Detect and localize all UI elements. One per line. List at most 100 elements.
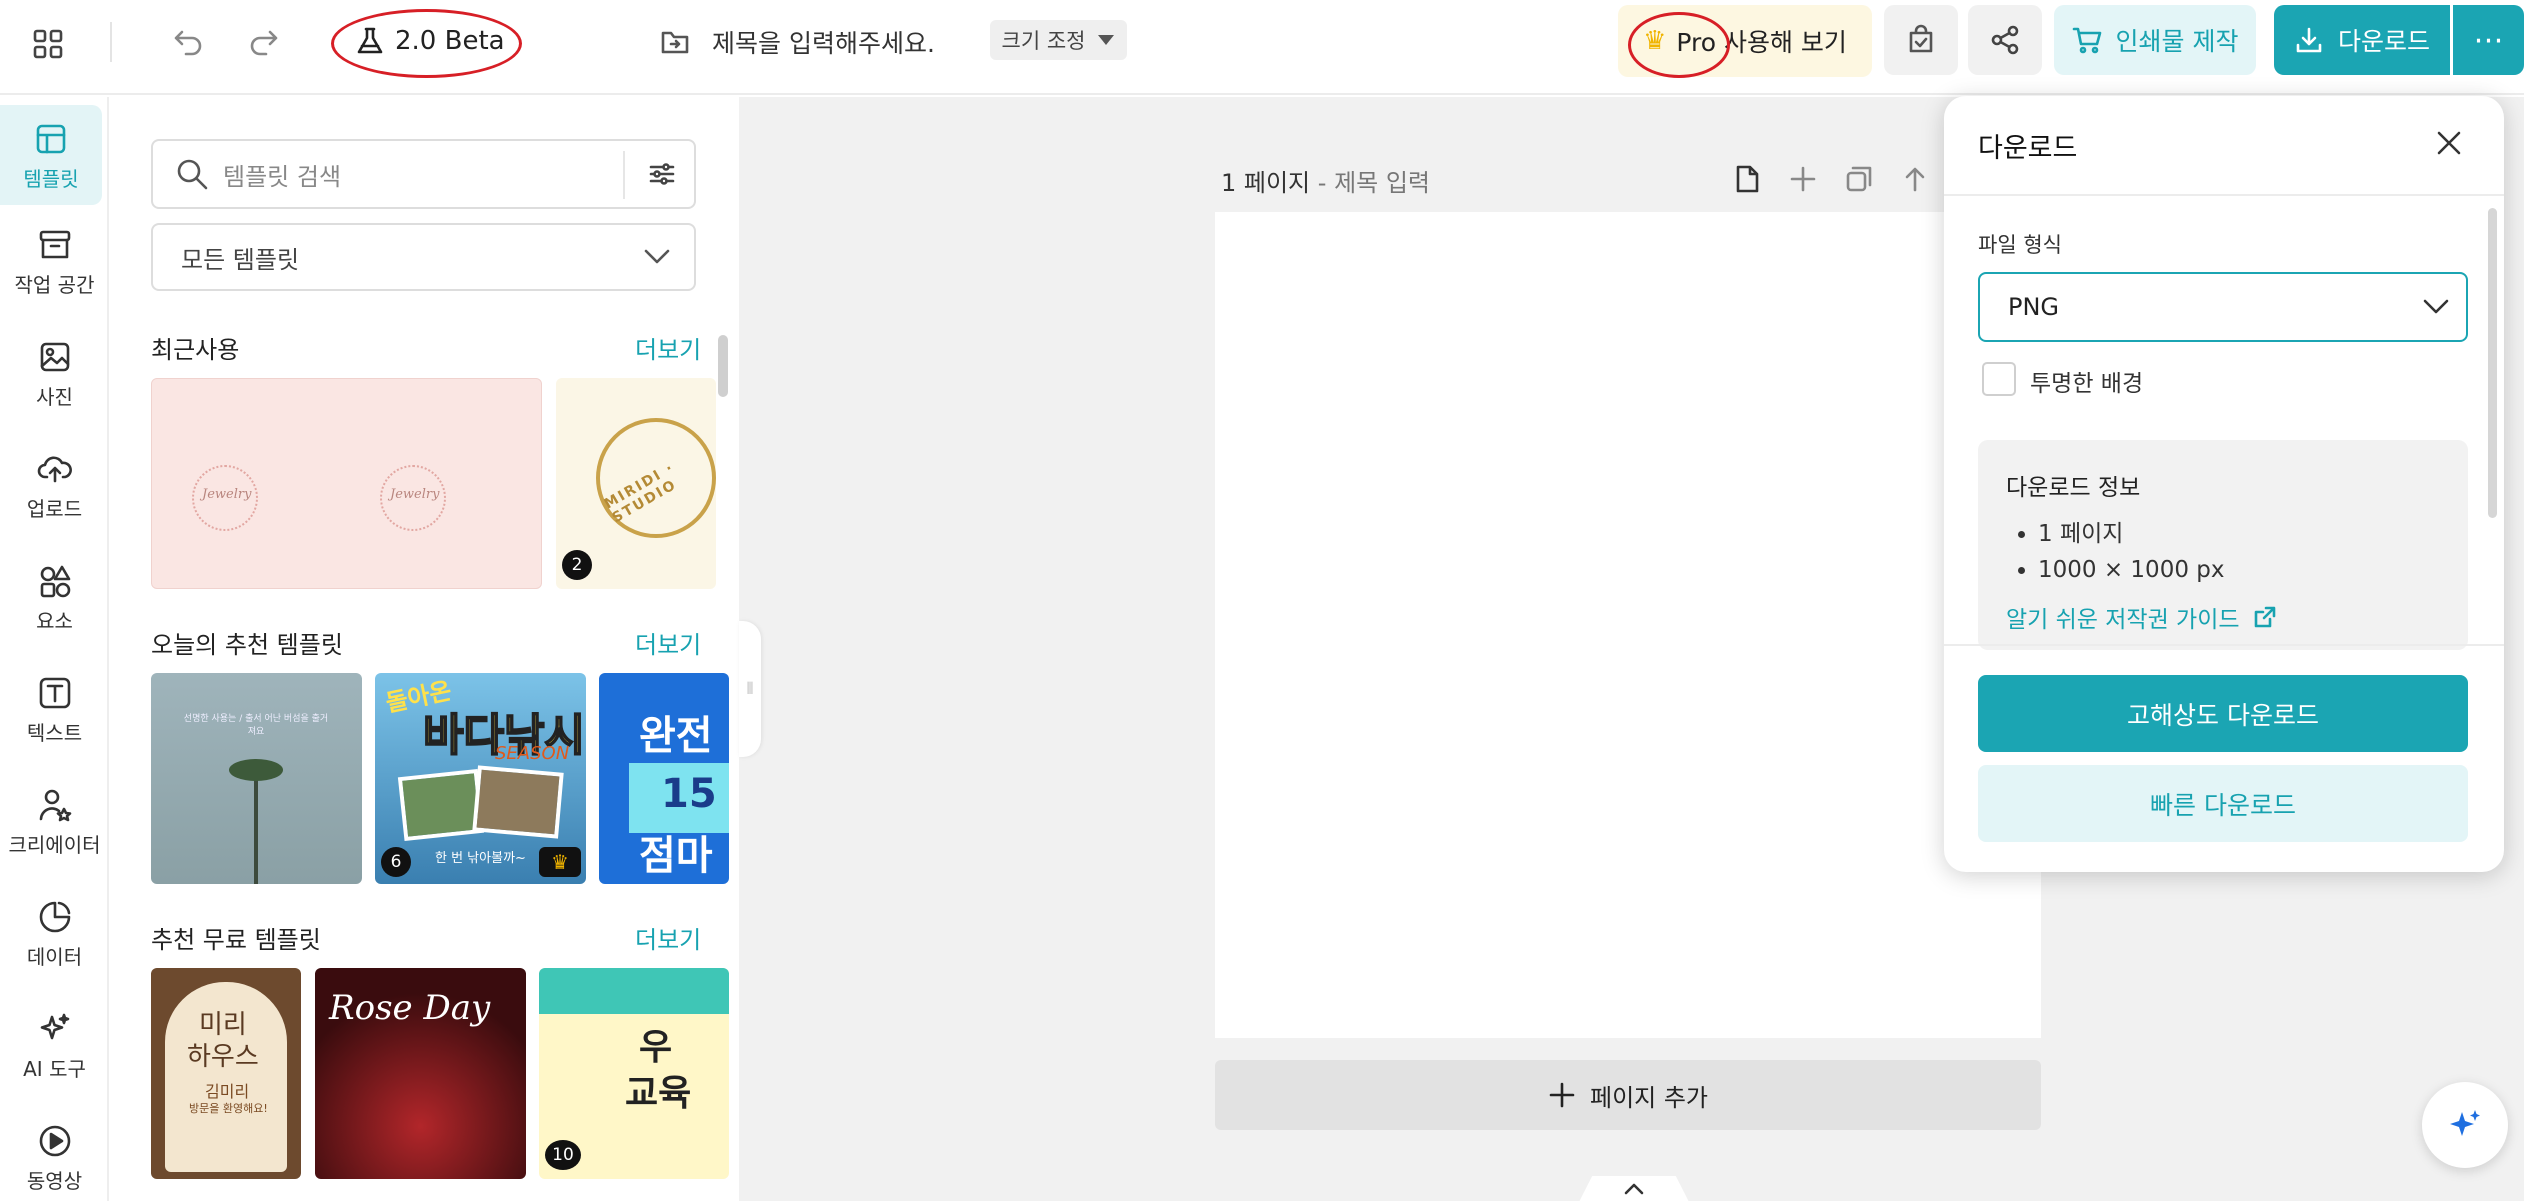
design-artboard[interactable]: [1215, 212, 2041, 1038]
duplicate-page-icon[interactable]: [1831, 159, 1887, 199]
page-count-badge: 6: [381, 847, 411, 877]
thumb-text: Jewelry: [390, 487, 440, 502]
page-count-badge: 2: [562, 550, 592, 580]
sidebar-item-templates[interactable]: 템플릿: [0, 105, 102, 205]
download-dialog-title: 다운로드: [1978, 133, 2078, 164]
beta-label: 2.0 Beta: [395, 26, 505, 56]
print-order-button[interactable]: 인쇄물 제작: [2054, 5, 2256, 75]
sidebar-item-label: 데이터: [26, 945, 83, 969]
high-quality-download-button[interactable]: 고해상도 다운로드: [1978, 675, 2468, 752]
apps-grid-icon[interactable]: [28, 24, 68, 64]
file-format-select[interactable]: PNG: [1978, 272, 2468, 342]
sidebar-item-label: 텍스트: [26, 721, 83, 745]
sidebar-item-ai-tools[interactable]: AI 도구: [0, 1011, 109, 1082]
sidebar-item-label: AI 도구: [23, 1057, 86, 1081]
template-panel: 템플릿 검색 모든 템플릿 최근사용 더보기 Jewelry Jewelry M…: [111, 97, 739, 1201]
sidebar-item-upload[interactable]: 업로드: [0, 451, 109, 522]
panel-collapse-handle[interactable]: ⦀: [739, 621, 761, 757]
template-search[interactable]: 템플릿 검색: [151, 139, 696, 209]
free-thumb-miri-house[interactable]: 미리 하우스 김미리 방문을 환영해요!: [151, 968, 301, 1179]
print-label: 인쇄물 제작: [2115, 27, 2239, 56]
filter-sliders-icon[interactable]: [648, 160, 676, 188]
crown-icon: ♛: [1643, 26, 1667, 56]
fast-download-button[interactable]: 빠른 다운로드: [1978, 765, 2468, 842]
topbar-divider: [110, 22, 112, 62]
download-info-box: 다운로드 정보 1 페이지 1000 × 1000 px 알기 쉬운 저작권 가…: [1978, 440, 2468, 650]
sidebar-item-text[interactable]: 텍스트: [0, 675, 109, 746]
transparent-bg-checkbox[interactable]: [1982, 362, 2016, 396]
download-label: 다운로드: [2337, 27, 2430, 56]
share-icon: [1991, 25, 2019, 55]
thumb-text: 완전: [639, 713, 713, 759]
template-icon: [36, 124, 66, 154]
free-thumb-education[interactable]: 우 교육 10: [539, 968, 729, 1179]
download-icon: [2296, 27, 2322, 53]
today-thumb-sale[interactable]: 완전 15 점마: [599, 673, 729, 884]
download-more-button[interactable]: ⋯: [2453, 5, 2524, 75]
page-label[interactable]: 1 페이지 - 제목 입력: [1221, 163, 1430, 198]
recent-thumb-miridi[interactable]: MIRIDI · STUDIO 2: [556, 378, 716, 589]
share-button[interactable]: [1968, 5, 2042, 75]
chevron-up-icon: [1624, 1183, 1644, 1195]
hq-download-label: 고해상도 다운로드: [2127, 700, 2319, 730]
transparent-bg-label: 투명한 배경: [2030, 371, 2144, 397]
thumb-text: 하우스: [187, 1042, 259, 1072]
page-file-icon[interactable]: [1719, 159, 1775, 199]
resize-label: 크기 조정: [1001, 29, 1086, 53]
sidebar-item-data[interactable]: 데이터: [0, 899, 109, 970]
creator-icon: [39, 789, 71, 822]
text-icon: [39, 677, 70, 709]
close-icon[interactable]: [2432, 126, 2466, 160]
bottom-drawer-toggle[interactable]: [1579, 1176, 1689, 1201]
pro-trial-button[interactable]: ♛ Pro 사용해 보기: [1618, 5, 1872, 77]
beta-badge[interactable]: 2.0 Beta: [355, 20, 505, 62]
page-number: 1 페이지: [1221, 169, 1311, 197]
sidebar-item-label: 동영상: [26, 1169, 83, 1193]
title-placeholder: 제목을 입력해주세요.: [712, 29, 935, 58]
today-thumb-palm[interactable]: 선명한 사용는 / 출서 어난 버섬을 출거져요: [151, 673, 362, 884]
sidebar-item-creator[interactable]: 크리에이터: [0, 787, 109, 858]
copyright-guide-link[interactable]: 알기 쉬운 저작권 가이드: [2006, 600, 2278, 634]
external-link-icon: [2254, 606, 2275, 628]
sidebar-item-photos[interactable]: 사진: [0, 339, 109, 410]
thumb-text: Jewelry: [202, 487, 252, 502]
chevron-down-icon: [2423, 299, 2449, 314]
move-up-icon[interactable]: [1887, 159, 1943, 199]
page-tools: [1719, 159, 1943, 199]
premium-crown-badge: ♛: [539, 847, 581, 877]
thumb-text: 선명한 사용는 / 출서 어난 버섬을 출거져요: [183, 714, 329, 737]
sidebar-item-video[interactable]: 동영상: [0, 1123, 109, 1194]
more-link-today[interactable]: 더보기: [635, 625, 701, 660]
free-thumb-rose-day[interactable]: Rose Day: [315, 968, 526, 1179]
add-page-icon[interactable]: [1775, 159, 1831, 199]
search-separator: [623, 151, 625, 199]
download-dialog: 다운로드 파일 형식 PNG 투명한 배경 다운로드 정보 1 페이지 1000…: [1944, 96, 2504, 872]
pro-label: Pro 사용해 보기: [1676, 28, 1847, 57]
undo-icon[interactable]: [168, 20, 208, 60]
more-link-free[interactable]: 더보기: [635, 920, 701, 955]
dialog-scrollbar[interactable]: [2488, 208, 2497, 518]
title-input[interactable]: 제목을 입력해주세요.: [660, 20, 935, 64]
today-thumb-fishing[interactable]: 돌아온 바다낚시 SEASON 한 번 낚아볼까~ 6 ♛: [375, 673, 586, 884]
fast-download-label: 빠른 다운로드: [2150, 790, 2296, 820]
thumb-text: 한 번 낚아볼까~: [435, 851, 526, 866]
elements-icon: [40, 565, 70, 598]
resize-button[interactable]: 크기 조정: [990, 20, 1127, 60]
add-page-button[interactable]: 페이지 추가: [1215, 1060, 2041, 1130]
thumb-text: 우: [639, 1027, 673, 1068]
download-info-list: 1 페이지 1000 × 1000 px: [2038, 516, 2224, 588]
sidebar-item-elements[interactable]: 요소: [0, 563, 109, 634]
panel-scrollbar[interactable]: [718, 335, 728, 397]
sidebar-item-label: 작업 공간: [14, 273, 95, 297]
template-filter-select[interactable]: 모든 템플릿: [151, 223, 696, 291]
sidebar-item-workspace[interactable]: 작업 공간: [0, 227, 109, 298]
sparkle-icon: [40, 1013, 69, 1040]
more-link-recent[interactable]: 더보기: [635, 330, 701, 365]
redo-icon[interactable]: [244, 20, 284, 60]
save-bag-button[interactable]: [1884, 5, 1958, 75]
info-item-size: 1000 × 1000 px: [2038, 552, 2224, 588]
plus-icon: [1549, 1082, 1575, 1108]
ai-assistant-button[interactable]: [2422, 1082, 2508, 1168]
download-button[interactable]: 다운로드: [2274, 5, 2450, 75]
recent-thumb-jewelry[interactable]: Jewelry Jewelry: [151, 378, 542, 589]
